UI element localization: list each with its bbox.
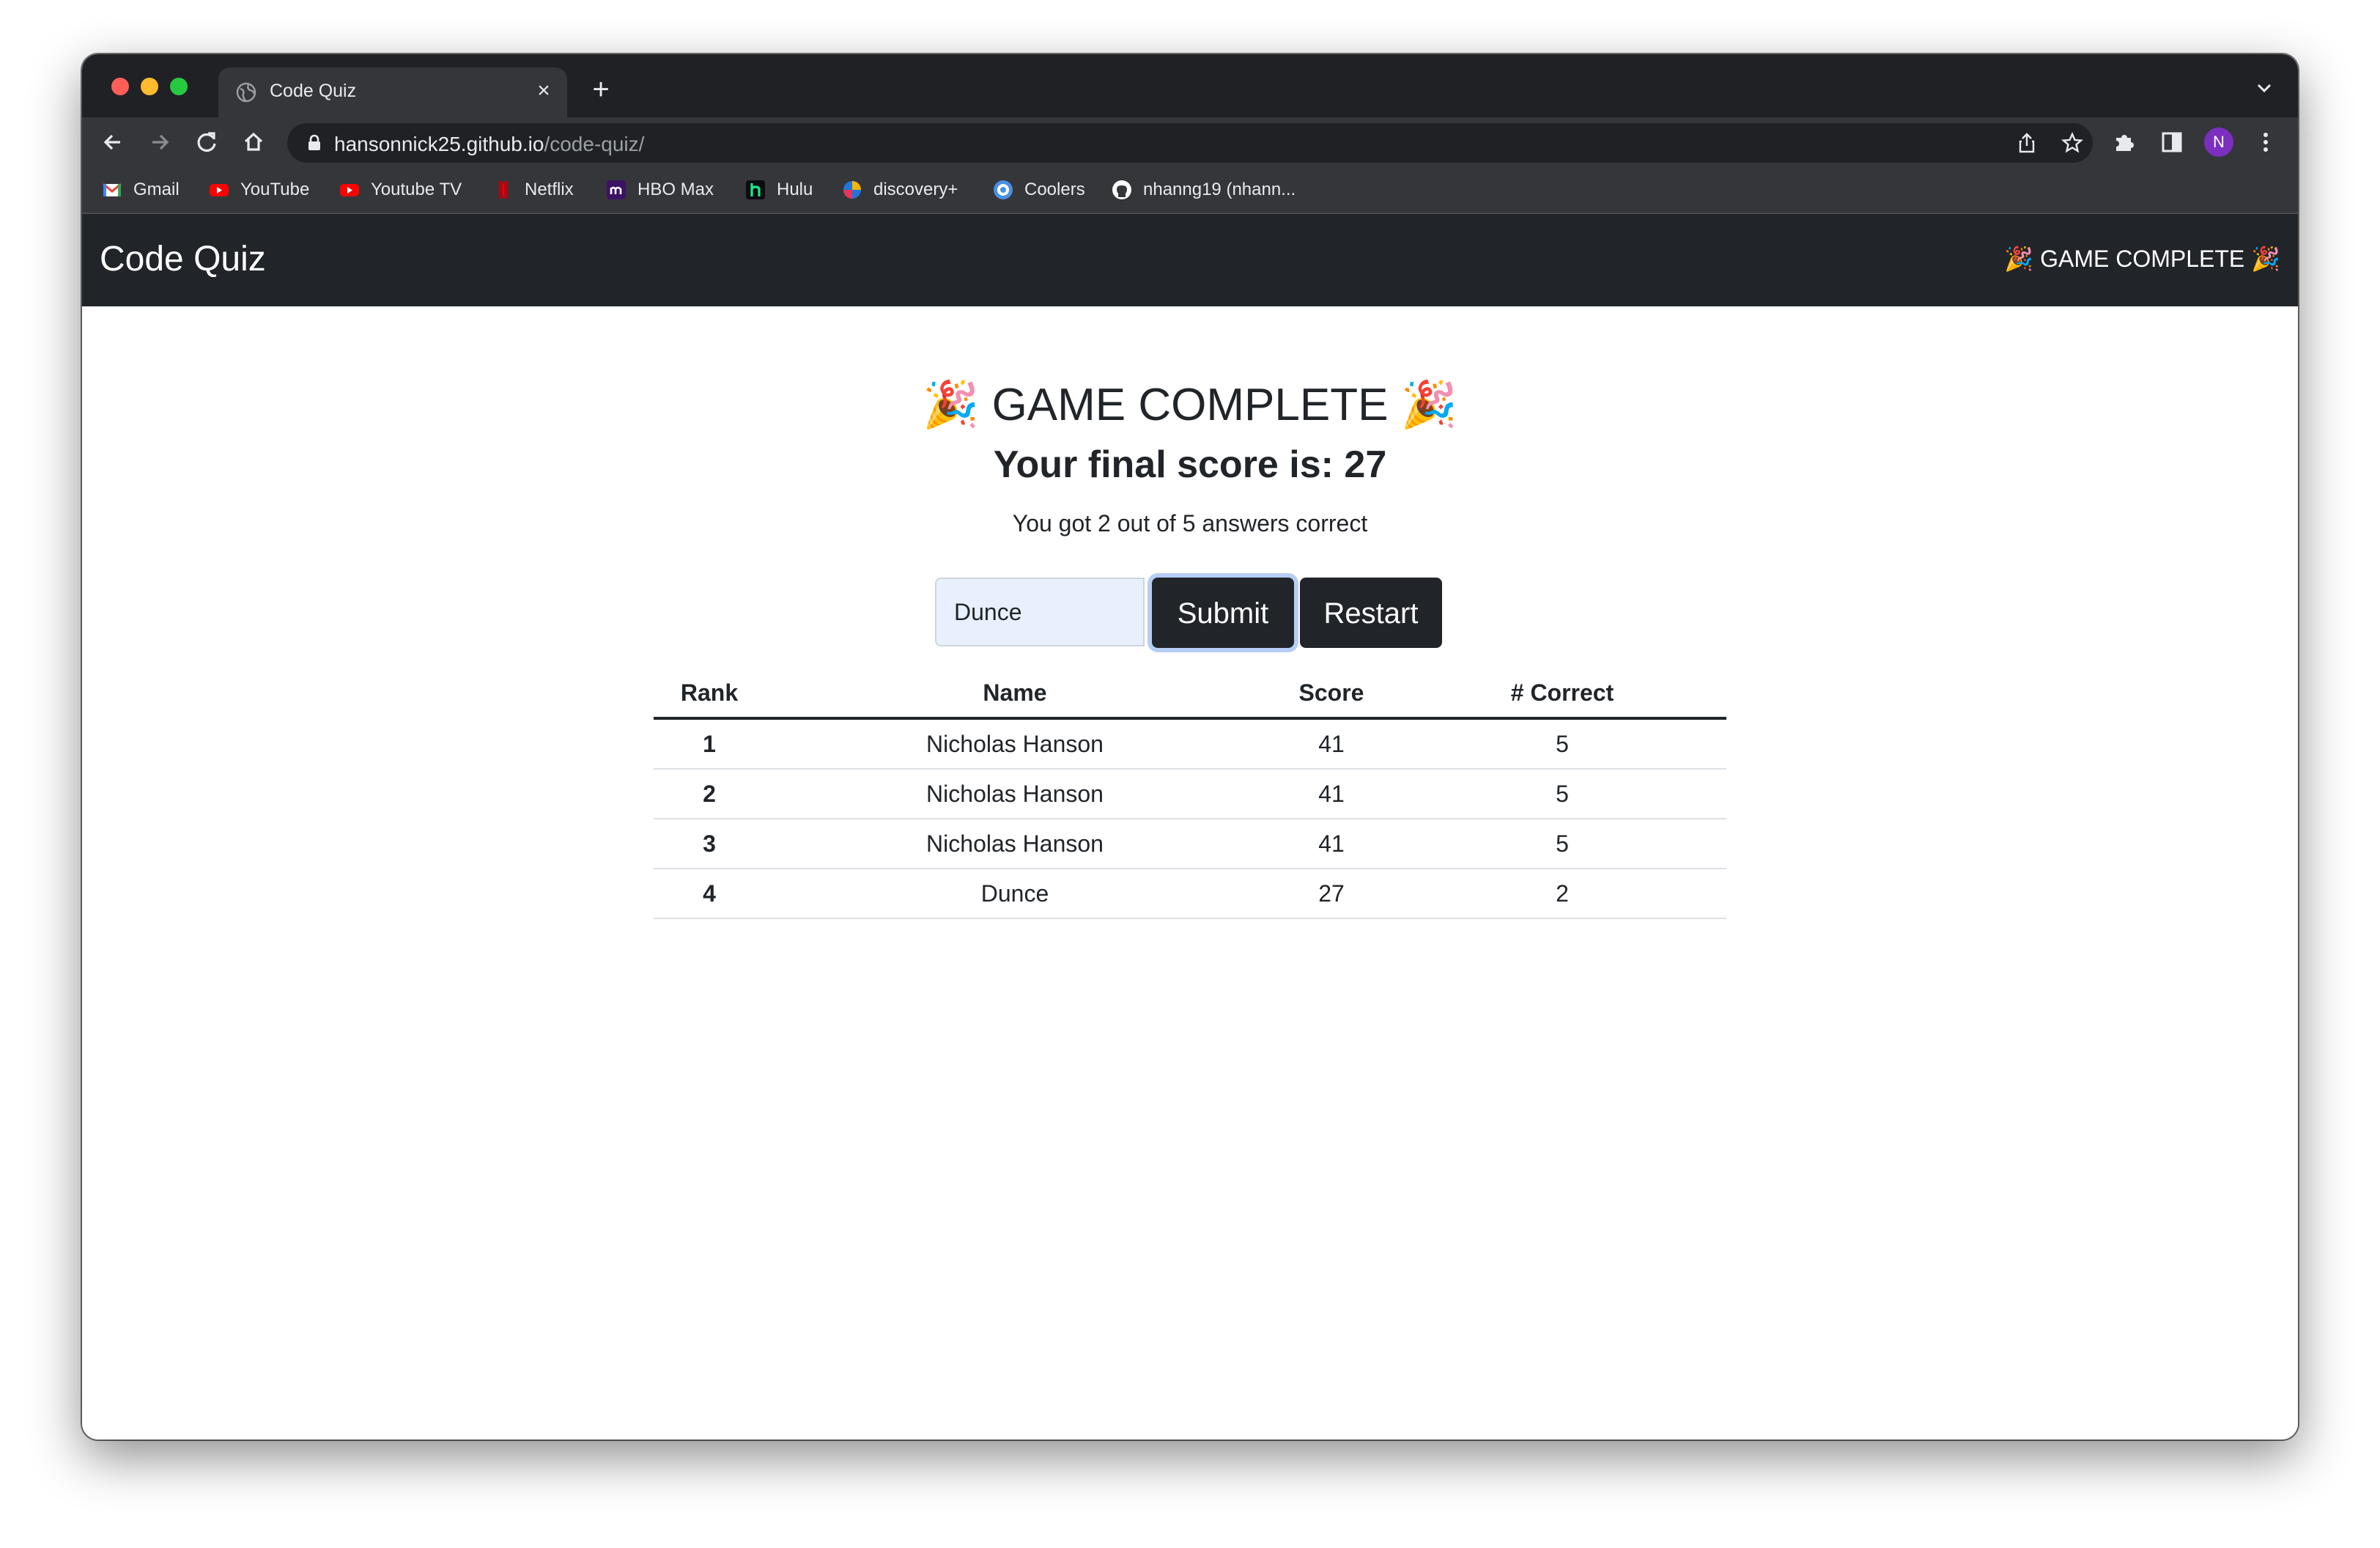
correct-cell: 5 <box>1398 819 1726 869</box>
browser-toolbar: hansonnick25.github.io/code-quiz/ N <box>82 117 2298 167</box>
table-row: 2 Nicholas Hanson 41 5 <box>654 769 1726 819</box>
more-menu-icon[interactable] <box>2251 128 2280 157</box>
bookmark-label: Coolers <box>1024 180 1085 199</box>
tab-code-quiz[interactable]: Code Quiz × <box>218 67 567 117</box>
column-header-score: Score <box>1265 668 1398 720</box>
bookmark-label: Hulu <box>777 180 813 199</box>
restart-button[interactable]: Restart <box>1300 578 1442 648</box>
table-row: 4 Dunce 27 2 <box>654 869 1726 919</box>
new-tab-button[interactable]: + <box>586 75 616 106</box>
main-content: 🎉 GAME COMPLETE 🎉 Your final score is: 2… <box>82 306 2298 1440</box>
share-icon[interactable] <box>2015 131 2039 155</box>
name-cell: Dunce <box>765 869 1265 919</box>
bookmarks-bar: Gmail YouTube Youtube TV Netflix HBO Max… <box>82 167 2298 214</box>
score-cell: 41 <box>1265 718 1398 770</box>
bookmark-label: discovery+ <box>873 180 958 199</box>
bookmark-hulu[interactable]: Hulu <box>744 177 813 202</box>
bookmark-label: Youtube TV <box>371 180 462 199</box>
tab-strip: Code Quiz × + <box>82 54 2298 117</box>
home-icon[interactable] <box>239 128 268 157</box>
youtube-tv-icon <box>340 184 359 196</box>
rank-cell: 4 <box>654 869 765 919</box>
bookmark-netflix[interactable]: Netflix <box>492 177 574 202</box>
side-panel-icon[interactable] <box>2157 128 2187 157</box>
bookmark-star-icon[interactable] <box>2061 131 2084 155</box>
minimize-window-button[interactable] <box>141 78 158 95</box>
score-cell: 27 <box>1265 869 1398 919</box>
score-cell: 41 <box>1265 769 1398 819</box>
bookmark-github[interactable]: nhanng19 (nhann... <box>1111 177 1296 202</box>
gmail-icon <box>103 183 122 196</box>
hbo-max-icon <box>607 180 626 199</box>
table-header-row: Rank Name Score # Correct <box>654 668 1726 720</box>
score-cell: 41 <box>1265 819 1398 869</box>
extensions-puzzle-icon[interactable] <box>2110 128 2140 157</box>
nav-game-status: 🎉 GAME COMPLETE 🎉 <box>2004 246 2280 272</box>
bookmark-hbo-max[interactable]: HBO Max <box>605 177 714 202</box>
name-cell: Nicholas Hanson <box>765 718 1265 770</box>
bookmark-youtube-tv[interactable]: Youtube TV <box>339 177 462 202</box>
table-row: 1 Nicholas Hanson 41 5 <box>654 718 1726 770</box>
maximize-window-button[interactable] <box>170 78 188 95</box>
url-text: hansonnick25.github.io/code-quiz/ <box>334 133 644 156</box>
close-window-button[interactable] <box>111 78 129 95</box>
hulu-icon <box>746 180 765 199</box>
leaderboard-table: Rank Name Score # Correct 1 Nicholas Han… <box>654 668 1726 919</box>
coolers-icon <box>994 180 1013 199</box>
tab-title: Code Quiz <box>270 81 357 101</box>
answers-summary: You got 2 out of 5 answers correct <box>1012 510 1368 537</box>
rank-cell: 3 <box>654 819 765 869</box>
column-header-correct: # Correct <box>1398 668 1726 720</box>
bookmark-label: YouTube <box>240 180 310 199</box>
profile-avatar[interactable]: N <box>2204 128 2233 157</box>
url-path: /code-quiz/ <box>544 133 645 155</box>
netflix-icon <box>499 181 508 199</box>
app-brand[interactable]: Code Quiz <box>100 239 266 279</box>
name-input[interactable] <box>935 578 1145 646</box>
submit-button[interactable]: Submit <box>1152 578 1294 648</box>
bookmark-discovery-plus[interactable]: discovery+ <box>841 177 958 202</box>
correct-cell: 2 <box>1398 869 1726 919</box>
bookmark-gmail[interactable]: Gmail <box>101 177 180 202</box>
column-header-rank: Rank <box>654 668 765 720</box>
bookmark-label: nhanng19 (nhann... <box>1143 180 1296 199</box>
chevron-down-icon[interactable] <box>2251 75 2277 101</box>
bookmark-coolers[interactable]: Coolers <box>992 177 1085 202</box>
rank-cell: 1 <box>654 718 765 770</box>
globe-icon <box>236 82 256 103</box>
correct-cell: 5 <box>1398 718 1726 770</box>
discovery-plus-icon <box>843 181 861 199</box>
page-title: 🎉 GAME COMPLETE 🎉 <box>923 380 1457 430</box>
back-arrow-icon[interactable] <box>98 128 128 157</box>
bookmark-label: Netflix <box>525 180 574 199</box>
forward-arrow-icon[interactable] <box>145 128 174 157</box>
app-navbar: Code Quiz 🎉 GAME COMPLETE 🎉 <box>82 214 2298 306</box>
bookmark-youtube[interactable]: YouTube <box>208 177 309 202</box>
final-score-heading: Your final score is: 27 <box>993 443 1387 486</box>
github-icon <box>1112 180 1131 199</box>
bookmark-label: Gmail <box>133 180 180 199</box>
browser-window: Code Quiz × + hansonnick25.github.io/cod… <box>82 54 2298 1440</box>
url-host: hansonnick25.github.io <box>334 133 544 155</box>
bookmark-label: HBO Max <box>638 180 714 199</box>
youtube-icon <box>210 184 229 196</box>
name-cell: Nicholas Hanson <box>765 769 1265 819</box>
address-bar[interactable]: hansonnick25.github.io/code-quiz/ <box>287 123 2093 163</box>
lock-icon[interactable] <box>306 134 322 152</box>
close-tab-icon[interactable]: × <box>531 78 557 104</box>
correct-cell: 5 <box>1398 769 1726 819</box>
name-cell: Nicholas Hanson <box>765 819 1265 869</box>
column-header-name: Name <box>765 668 1265 720</box>
reload-icon[interactable] <box>192 128 221 157</box>
rank-cell: 2 <box>654 769 765 819</box>
table-row: 3 Nicholas Hanson 41 5 <box>654 819 1726 869</box>
